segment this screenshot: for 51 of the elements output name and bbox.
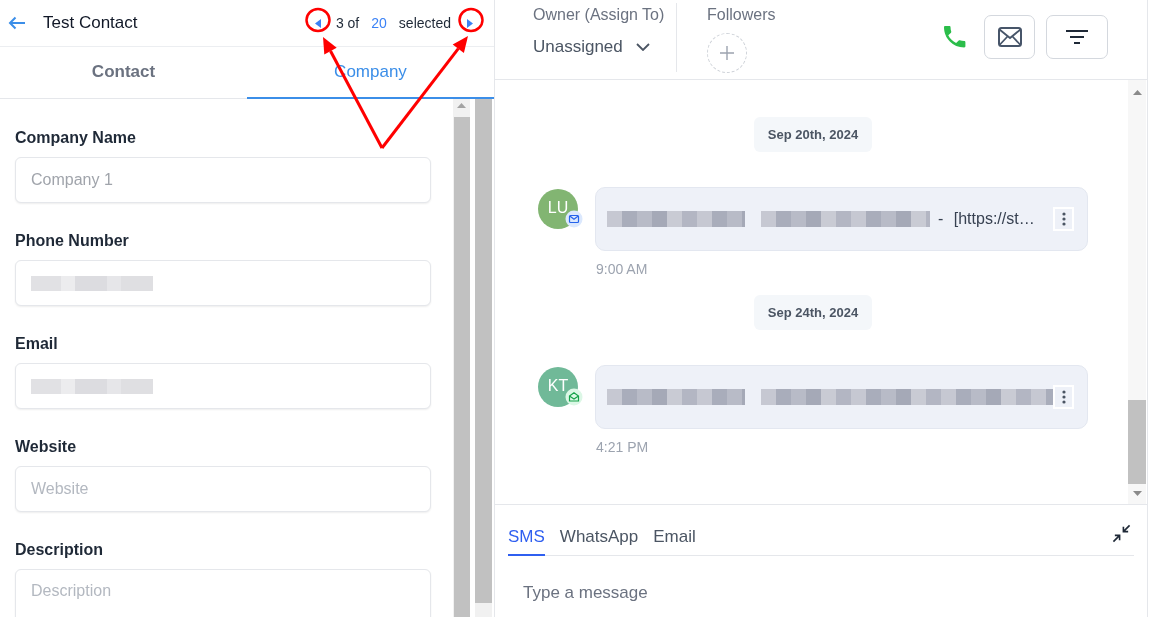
contact-name: Test Contact — [43, 13, 138, 33]
channel-tab[interactable]: Email — [653, 526, 696, 556]
followers-label: Followers — [707, 5, 776, 25]
arrow-left-icon — [8, 16, 26, 30]
channel-tab[interactable]: WhatsApp — [559, 526, 639, 556]
filter-icon — [1066, 30, 1088, 44]
scroll-up-icon[interactable] — [1132, 90, 1142, 95]
field-label: Description — [15, 540, 104, 560]
date-chip: Sep 20th, 2024 — [753, 117, 873, 152]
envelope-icon — [565, 210, 583, 228]
input-field[interactable] — [15, 363, 431, 409]
text-area[interactable]: Description — [15, 569, 431, 617]
field-label: Email — [15, 334, 59, 354]
avatar: KT — [538, 367, 578, 407]
pager-total: 20 — [371, 15, 387, 31]
kebab-icon — [1061, 390, 1066, 404]
caret-right-icon — [467, 18, 473, 28]
scrollbar[interactable] — [1128, 80, 1146, 504]
field-label: Website — [15, 437, 78, 457]
message-time: 4:21 PM — [596, 439, 649, 455]
avatar: LU — [538, 189, 578, 229]
scroll-down-icon[interactable] — [1132, 491, 1142, 496]
owner-dropdown[interactable]: Unassigned — [533, 36, 650, 58]
pager-label: selected — [398, 15, 451, 31]
plus-icon — [720, 46, 734, 60]
more-button[interactable] — [1053, 207, 1074, 231]
chevron-down-icon — [635, 43, 650, 51]
collapse-button[interactable] — [1112, 523, 1131, 543]
tab[interactable]: Contact — [0, 47, 247, 99]
pager-position: 3 of — [335, 15, 360, 31]
email-button[interactable] — [984, 15, 1035, 59]
scroll-up-icon[interactable] — [457, 103, 466, 108]
phone-icon[interactable] — [944, 26, 966, 48]
envelope-icon — [997, 27, 1022, 47]
message-text: - [https://st… — [938, 210, 1035, 228]
date-chip: Sep 24th, 2024 — [753, 295, 873, 330]
input-field[interactable]: Website — [15, 466, 431, 512]
field-label: Company Name — [15, 128, 137, 148]
message-input[interactable]: Type a message — [508, 568, 1134, 617]
collapse-icon — [1112, 523, 1131, 543]
field-label: Phone Number — [15, 231, 130, 251]
message-time: 9:00 AM — [596, 261, 648, 277]
owner-label: Owner (Assign To) — [533, 5, 666, 25]
more-button[interactable] — [1053, 385, 1074, 409]
scrollbar-thumb[interactable] — [1128, 400, 1146, 484]
back-button[interactable] — [8, 16, 26, 30]
channel-tab[interactable]: SMS — [508, 526, 545, 556]
caret-left-icon — [314, 18, 321, 28]
kebab-icon — [1061, 212, 1066, 226]
filter-button[interactable] — [1046, 15, 1108, 59]
input-field[interactable] — [15, 260, 431, 306]
